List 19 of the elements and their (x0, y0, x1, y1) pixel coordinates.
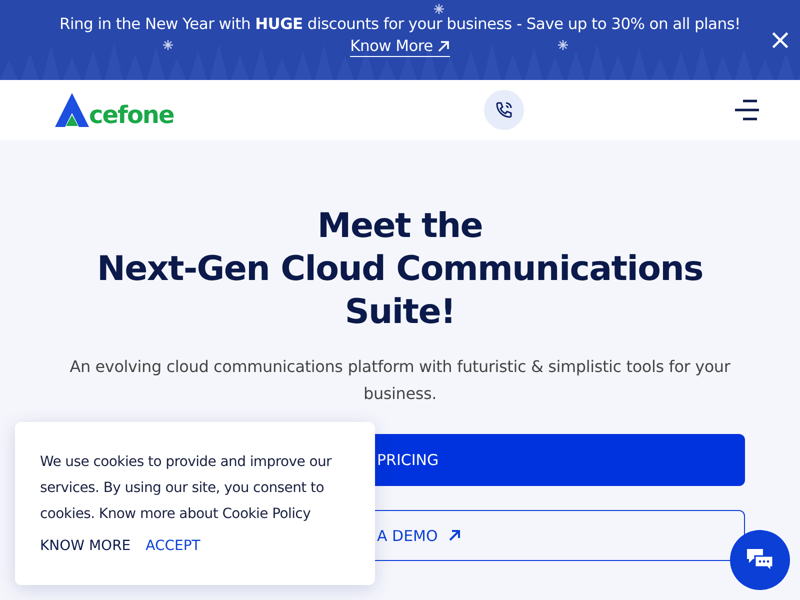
close-button[interactable]: × (768, 28, 792, 52)
call-button[interactable] (484, 90, 524, 130)
snowflake-icon (434, 4, 444, 14)
hero-subtitle: An evolving cloud communications platform with futuristic & simplistic tools for your business. (68, 356, 732, 405)
pricing-button[interactable]: PRICING (375, 434, 745, 486)
snowflake-icon (558, 40, 568, 50)
promo-message: Ring in the New Year with HUGE discounts for your business - Save up to 30% on all plans! (58, 15, 742, 33)
phone-icon (494, 101, 513, 119)
logo-text: cefone (89, 103, 174, 127)
menu-icon[interactable] (735, 99, 759, 121)
logo-icon (55, 93, 89, 127)
arrow-icon (436, 40, 450, 52)
snowflake-icon (163, 40, 173, 50)
arrow-icon (448, 529, 461, 542)
hero-title: Meet the Next-Gen Cloud Communications Suite! (96, 205, 704, 334)
know-more-link[interactable]: Know More (350, 37, 450, 57)
accept-button[interactable]: ACCEPT (146, 538, 200, 554)
cookie-message: We use cookies to provide and improve our services. By using our site, you consent to cookies. Know more about Cookie Policy (40, 453, 333, 524)
know-more-button[interactable]: KNOW MORE (40, 538, 131, 554)
